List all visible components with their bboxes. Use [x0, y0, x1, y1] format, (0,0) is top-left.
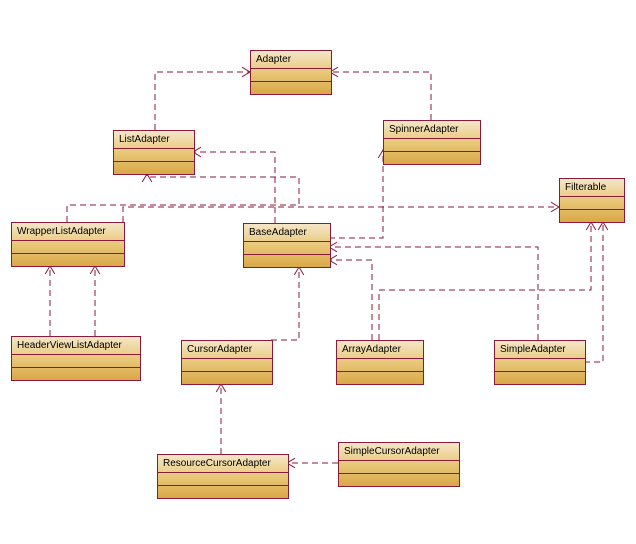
class-methods-section [495, 372, 585, 384]
class-name-label: SimpleAdapter [495, 341, 585, 359]
class-simpleAdapter: SimpleAdapter [494, 340, 586, 385]
class-name-label: Adapter [251, 51, 331, 69]
class-filterable: Filterable [559, 178, 625, 223]
class-attributes-section [244, 242, 330, 255]
class-methods-section [12, 254, 124, 266]
class-attributes-section [560, 197, 624, 210]
class-methods-section [12, 368, 140, 380]
class-methods-section [384, 152, 480, 164]
class-name-label: CursorAdapter [182, 341, 272, 359]
class-name-label: HeaderViewListAdapter [12, 337, 140, 355]
class-spinnerAdapter: SpinnerAdapter [383, 120, 481, 165]
class-methods-section [560, 210, 624, 222]
class-methods-section [182, 372, 272, 384]
class-name-label: WrapperListAdapter [12, 223, 124, 241]
class-attributes-section [12, 355, 140, 368]
class-name-label: ListAdapter [114, 131, 194, 149]
class-name-label: SpinnerAdapter [384, 121, 480, 139]
class-attributes-section [384, 139, 480, 152]
class-wrapperListAdapter: WrapperListAdapter [11, 222, 125, 267]
class-methods-section [244, 255, 330, 267]
class-attributes-section [251, 69, 331, 82]
class-attributes-section [114, 149, 194, 162]
class-listAdapter: ListAdapter [113, 130, 195, 175]
class-attributes-section [495, 359, 585, 372]
class-name-label: ResourceCursorAdapter [158, 455, 288, 473]
class-methods-section [114, 162, 194, 174]
class-name-label: Filterable [560, 179, 624, 197]
class-methods-section [251, 82, 331, 94]
class-attributes-section [339, 461, 459, 474]
class-name-label: BaseAdapter [244, 224, 330, 242]
class-attributes-section [158, 473, 288, 486]
class-name-label: SimpleCursorAdapter [339, 443, 459, 461]
class-headerViewListAdapter: HeaderViewListAdapter [11, 336, 141, 381]
class-methods-section [339, 474, 459, 486]
class-attributes-section [182, 359, 272, 372]
class-baseAdapter: BaseAdapter [243, 223, 331, 268]
class-attributes-section [337, 359, 423, 372]
class-attributes-section [12, 241, 124, 254]
class-arrayAdapter: ArrayAdapter [336, 340, 424, 385]
class-simpleCursorAdapter: SimpleCursorAdapter [338, 442, 460, 487]
class-methods-section [158, 486, 288, 498]
class-name-label: ArrayAdapter [337, 341, 423, 359]
uml-diagram-canvas: Adapter ListAdapter SpinnerAdapter Filterab… [0, 0, 636, 544]
class-adapter: Adapter [250, 50, 332, 95]
class-resourceCursorAdapter: ResourceCursorAdapter [157, 454, 289, 499]
class-cursorAdapter: CursorAdapter [181, 340, 273, 385]
class-methods-section [337, 372, 423, 384]
